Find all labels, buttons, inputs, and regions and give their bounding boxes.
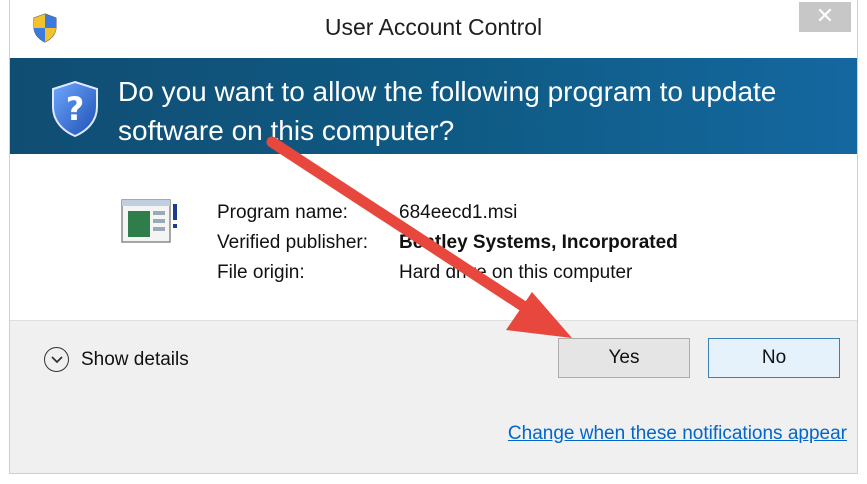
detail-label: File origin: [217,262,305,283]
show-details-label: Show details [81,348,189,370]
chevron-down-circle-icon [44,347,69,372]
program-details: Program name: 684eecd1.msi Verified publ… [10,154,857,320]
detail-row-origin: File origin: Hard drive on this computer [217,258,678,288]
detail-label: Verified publisher: [217,232,369,253]
program-installer-icon [121,199,177,243]
title-bar: User Account Control ✕ [10,0,857,58]
footer: Change when these notifications appear [10,398,857,473]
no-button[interactable]: No [708,338,840,378]
question-shield-icon: ? [52,80,98,138]
window-title: User Account Control [324,14,543,40]
change-notifications-link[interactable]: Change when these notifications appear [508,423,847,445]
detail-value: Bentley Systems, Incorporated [399,232,678,253]
show-details-toggle[interactable]: Show details [44,347,189,372]
svg-text:?: ? [66,90,85,128]
prompt-question: Do you want to allow the following progr… [118,76,777,146]
close-button[interactable]: ✕ [799,2,851,32]
action-bar: Show details Yes No [10,320,857,400]
prompt-banner: ? Do you want to allow the following pro… [10,58,857,154]
yes-button[interactable]: Yes [558,338,690,378]
detail-row-program: Program name: 684eecd1.msi [217,198,678,228]
details-table: Program name: 684eecd1.msi Verified publ… [217,198,678,288]
detail-value: Hard drive on this computer [399,262,633,283]
detail-label: Program name: [217,202,348,223]
detail-row-publisher: Verified publisher: Bentley Systems, Inc… [217,228,678,258]
detail-value: 684eecd1.msi [399,202,518,223]
uac-dialog: User Account Control ✕ ? Do you want to … [9,0,858,474]
